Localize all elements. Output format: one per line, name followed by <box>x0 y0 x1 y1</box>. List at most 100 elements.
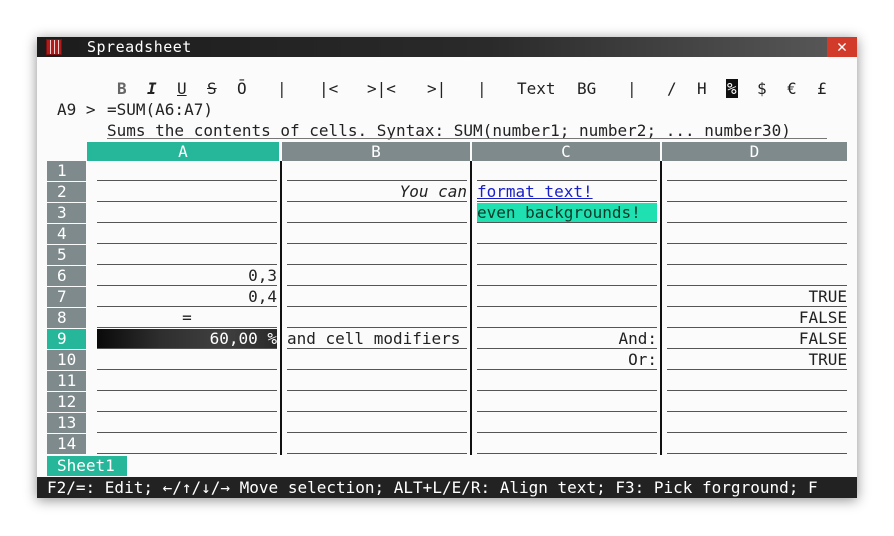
cell-underline <box>97 411 277 412</box>
align-center-button[interactable]: >|< <box>367 79 396 98</box>
cell-underline <box>287 348 467 349</box>
pound-format-button[interactable]: £ <box>817 79 827 98</box>
toolbar-separator: | <box>627 79 637 98</box>
row-header[interactable]: 1 <box>47 161 86 181</box>
background-color-button[interactable]: BG <box>577 79 596 98</box>
align-left-button[interactable]: |< <box>319 79 338 98</box>
cell-underline <box>667 369 847 370</box>
hours-format-button[interactable]: H <box>697 79 707 98</box>
row-header[interactable]: 12 <box>47 392 86 412</box>
cell-underline <box>287 306 467 307</box>
row-header[interactable]: 7 <box>47 287 86 307</box>
close-button[interactable]: ✕ <box>827 37 857 57</box>
dollar-format-button[interactable]: $ <box>757 79 767 98</box>
spreadsheet-window: Spreadsheet ✕ B I U S Ō | |< >|< >| | Te… <box>37 37 857 498</box>
cell-underline <box>667 348 847 349</box>
cell-underline <box>97 432 277 433</box>
cell-underline <box>477 327 657 328</box>
formula-input[interactable]: =SUM(A6:A7) <box>107 100 213 119</box>
row-header[interactable]: 4 <box>47 224 86 244</box>
cell-underline <box>97 390 277 391</box>
percent-format-button[interactable]: % <box>726 79 738 98</box>
column-separator <box>470 161 472 455</box>
text-color-button[interactable]: Text <box>517 79 556 98</box>
cell-underline <box>477 201 657 202</box>
cell-underline <box>97 306 277 307</box>
hint-underline <box>107 138 827 139</box>
cell-underline <box>477 222 657 223</box>
cell-underline <box>667 243 847 244</box>
cell-underline <box>97 264 277 265</box>
cell-c3[interactable]: even backgrounds! <box>477 203 657 223</box>
fraction-format-button[interactable]: / <box>667 79 677 98</box>
underline-button[interactable]: U <box>177 79 187 98</box>
bold-button[interactable]: B <box>117 79 127 98</box>
cell-underline <box>287 180 467 181</box>
cell-underline <box>477 369 657 370</box>
cell-underline <box>477 348 657 349</box>
cell-underline <box>667 390 847 391</box>
cell-underline <box>477 264 657 265</box>
cell-underline <box>667 327 847 328</box>
cell-underline <box>287 285 467 286</box>
cell-address: A9 > <box>57 100 96 119</box>
row-header[interactable]: 14 <box>47 434 86 454</box>
cell-underline <box>667 264 847 265</box>
cell-underline <box>287 327 467 328</box>
cell-underline <box>667 453 847 454</box>
row-header[interactable]: 8 <box>47 308 86 328</box>
column-header-b[interactable]: B <box>282 142 470 161</box>
cell-underline <box>667 306 847 307</box>
title-bar[interactable]: Spreadsheet ✕ <box>37 37 857 57</box>
cell-a6[interactable]: 0,3 <box>97 266 277 286</box>
cell-underline <box>287 201 467 202</box>
column-header-d[interactable]: D <box>662 142 847 161</box>
row-header[interactable]: 11 <box>47 371 86 391</box>
cell-underline <box>667 180 847 181</box>
cell-underline <box>667 432 847 433</box>
align-right-button[interactable]: >| <box>427 79 446 98</box>
cell-underline <box>97 348 277 349</box>
row-header[interactable]: 3 <box>47 203 86 223</box>
window-title: Spreadsheet <box>87 38 192 56</box>
overline-button[interactable]: Ō <box>237 79 247 98</box>
cell-b2[interactable]: You can <box>287 182 467 202</box>
italic-button[interactable]: I <box>147 79 157 98</box>
cell-d7[interactable]: TRUE <box>667 287 847 307</box>
cell-a8[interactable]: = <box>97 308 277 328</box>
cell-underline <box>97 285 277 286</box>
cell-underline <box>287 411 467 412</box>
column-header-a[interactable]: A <box>87 142 279 161</box>
row-header[interactable]: 10 <box>47 350 86 370</box>
column-header-c[interactable]: C <box>472 142 660 161</box>
cell-b9[interactable]: and cell modifiers <box>287 329 469 349</box>
row-header[interactable]: 6 <box>47 266 86 286</box>
cell-d8[interactable]: FALSE <box>667 308 847 328</box>
cell-c2[interactable]: format text! <box>477 182 657 202</box>
cell-underline <box>287 432 467 433</box>
row-header[interactable]: 13 <box>47 413 86 433</box>
cell-c9[interactable]: And: <box>477 329 657 349</box>
cell-d9[interactable]: FALSE <box>667 329 847 349</box>
cell-underline <box>97 180 277 181</box>
cell-underline <box>477 411 657 412</box>
cell-underline <box>287 369 467 370</box>
strikethrough-button[interactable]: S <box>207 79 217 98</box>
row-header[interactable]: 2 <box>47 182 86 202</box>
row-header[interactable]: 5 <box>47 245 86 265</box>
cell-a7[interactable]: 0,4 <box>97 287 277 307</box>
euro-format-button[interactable]: € <box>787 79 797 98</box>
spreadsheet-app-icon <box>46 39 62 55</box>
cell-underline <box>477 453 657 454</box>
cell-underline <box>287 264 467 265</box>
row-header-active[interactable]: 9 <box>47 329 86 349</box>
cell-underline <box>97 369 277 370</box>
cell-underline <box>287 453 467 454</box>
sheet-tab[interactable]: Sheet1 <box>47 456 127 476</box>
cell-underline <box>97 222 277 223</box>
cell-underline <box>477 285 657 286</box>
cell-a9-selected[interactable]: 60,00 % <box>97 329 277 349</box>
toolbar-separator: | <box>477 79 487 98</box>
cell-c10[interactable]: Or: <box>477 350 657 370</box>
cell-d10[interactable]: TRUE <box>667 350 847 370</box>
